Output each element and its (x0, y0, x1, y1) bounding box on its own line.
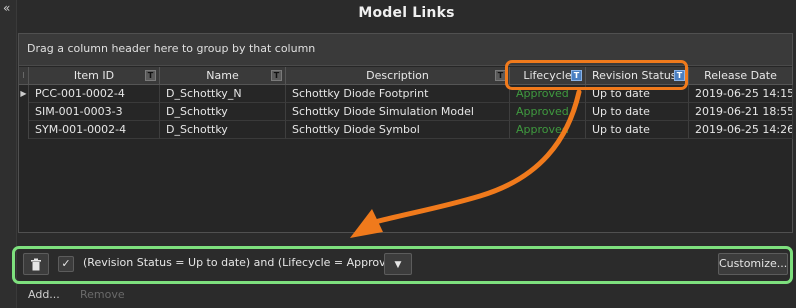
current-row-indicator-icon: ▶ (19, 85, 29, 103)
enable-filter-checkbox[interactable]: ✓ (58, 256, 74, 272)
column-header-label: Revision Status (592, 69, 677, 82)
filter-icon[interactable]: T (495, 70, 506, 81)
column-header-lifecycle[interactable]: Lifecycle T (510, 67, 586, 85)
cell-revision-status: Up to date (586, 121, 689, 139)
column-header-label: Release Date (704, 69, 777, 82)
collapse-panel-icon[interactable]: « (3, 2, 10, 14)
filter-icon[interactable]: T (145, 70, 156, 81)
table-row[interactable]: SYM-001-0002-4 D_Schottky Schottky Diode… (19, 121, 793, 139)
active-filter-bar: ✓ (Revision Status = Up to date) and (Li… (18, 253, 789, 277)
remove-link[interactable]: Remove (80, 288, 125, 301)
cell-release-date: 2019-06-21 18:55 (689, 103, 793, 121)
chevron-down-icon: ▼ (394, 260, 402, 270)
column-header-item-id[interactable]: Item ID T (29, 67, 160, 85)
side-panel-strip: « (0, 0, 17, 308)
filter-expression: (Revision Status = Up to date) and (Life… (83, 256, 404, 269)
filter-icon[interactable]: T (271, 70, 282, 81)
model-links-grid-panel: Drag a column header here to group by th… (18, 33, 793, 233)
column-header-release-date[interactable]: Release Date (689, 67, 793, 85)
cell-lifecycle: Approved (510, 85, 586, 103)
column-header-label: Lifecycle (523, 69, 572, 82)
filter-history-dropdown[interactable]: ▼ (384, 253, 412, 275)
column-header-label: Description (366, 69, 429, 82)
column-header-label: Name (206, 69, 239, 82)
clear-filter-button[interactable] (23, 253, 49, 275)
cell-item-id: PCC-001-0002-4 (29, 85, 160, 103)
cell-lifecycle: Approved (510, 103, 586, 121)
cell-description: Schottky Diode Footprint (286, 85, 510, 103)
cell-description: Schottky Diode Symbol (286, 121, 510, 139)
group-by-hint: Drag a column header here to group by th… (27, 42, 316, 55)
cell-lifecycle: Approved (510, 121, 586, 139)
cell-release-date: 2019-06-25 14:26 (689, 121, 793, 139)
column-chooser-grip[interactable]: ⁝ (19, 67, 29, 85)
cell-name: D_Schottky_N (160, 85, 286, 103)
customize-filter-button[interactable]: Customize... (718, 253, 788, 275)
cell-name: D_Schottky (160, 121, 286, 139)
cell-release-date: 2019-06-25 14:15 (689, 85, 793, 103)
column-header-label: Item ID (73, 69, 115, 82)
cell-revision-status: Up to date (586, 103, 689, 121)
add-link[interactable]: Add... (28, 288, 60, 301)
group-by-bar[interactable]: Drag a column header here to group by th… (19, 34, 792, 66)
trash-icon (31, 258, 41, 271)
cell-item-id: SYM-001-0002-4 (29, 121, 160, 139)
cell-revision-status: Up to date (586, 85, 689, 103)
row-indicator (19, 103, 29, 121)
column-header-revision-status[interactable]: Revision Status T (586, 67, 689, 85)
panel-title: Model Links (358, 5, 455, 21)
column-header-name[interactable]: Name T (160, 67, 286, 85)
cell-description: Schottky Diode Simulation Model (286, 103, 510, 121)
filter-icon[interactable]: T (571, 70, 582, 81)
table-row[interactable]: ▶ PCC-001-0002-4 D_Schottky_N Schottky D… (19, 85, 793, 103)
cell-item-id: SIM-001-0003-3 (29, 103, 160, 121)
filter-icon[interactable]: T (674, 70, 685, 81)
cell-name: D_Schottky (160, 103, 286, 121)
table-row[interactable]: SIM-001-0003-3 D_Schottky Schottky Diode… (19, 103, 793, 121)
column-header-description[interactable]: Description T (286, 67, 510, 85)
row-indicator (19, 121, 29, 139)
checkmark-icon: ✓ (61, 257, 71, 270)
